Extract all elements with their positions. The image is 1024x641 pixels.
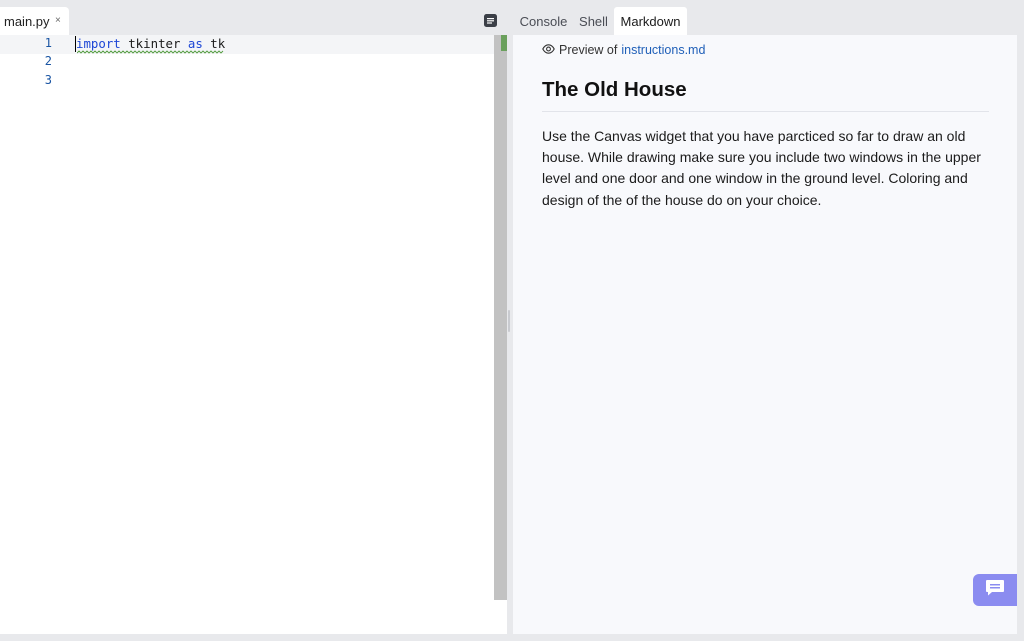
code-text: tkinter xyxy=(120,36,188,51)
lint-warning-squiggle xyxy=(77,50,224,54)
line-number: 2 xyxy=(44,54,52,68)
code-text: tk xyxy=(202,36,226,51)
chat-icon xyxy=(985,579,1005,602)
chat-button[interactable] xyxy=(973,574,1017,606)
panel-toggle-icon[interactable] xyxy=(484,14,497,27)
editor-tab-bar: main.py × xyxy=(0,0,507,35)
ide-window: main.py × 1 2 3 import tkinter as tk Con… xyxy=(0,0,1024,641)
tab-console[interactable]: Console xyxy=(513,7,574,35)
preview-header: Preview of instructions.md xyxy=(542,43,705,57)
code-editor[interactable]: 1 2 3 import tkinter as tk xyxy=(0,35,494,634)
pane-resize-handle[interactable] xyxy=(508,310,510,332)
editor-pane: main.py × 1 2 3 import tkinter as tk xyxy=(0,0,507,634)
editor-scrollbar-thumb[interactable] xyxy=(494,35,507,600)
code-line[interactable]: import tkinter as tk xyxy=(76,36,225,51)
document-paragraph: Use the Canvas widget that you have parc… xyxy=(542,128,981,208)
output-tab-bar: Console Shell Markdown xyxy=(513,0,1024,35)
markdown-preview: Preview of instructions.md The Old House… xyxy=(513,35,1017,634)
heading-divider xyxy=(542,111,989,112)
eye-icon xyxy=(542,43,555,57)
close-icon[interactable]: × xyxy=(55,15,61,27)
text-cursor xyxy=(75,36,76,52)
preview-file-link[interactable]: instructions.md xyxy=(621,43,705,57)
scrollbar-lint-marker xyxy=(501,35,507,51)
tab-markdown[interactable]: Markdown xyxy=(614,7,687,35)
code-keyword: as xyxy=(187,36,203,51)
line-number: 1 xyxy=(44,36,52,50)
preview-prefix: Preview of xyxy=(559,43,618,57)
code-keyword: import xyxy=(76,36,121,51)
document-title: The Old House xyxy=(542,78,687,101)
tab-shell[interactable]: Shell xyxy=(574,7,613,35)
file-tab-main-py[interactable]: main.py × xyxy=(0,7,69,35)
bottom-border xyxy=(0,634,1024,641)
line-number: 3 xyxy=(44,73,52,87)
file-tab-label: main.py xyxy=(4,14,50,29)
